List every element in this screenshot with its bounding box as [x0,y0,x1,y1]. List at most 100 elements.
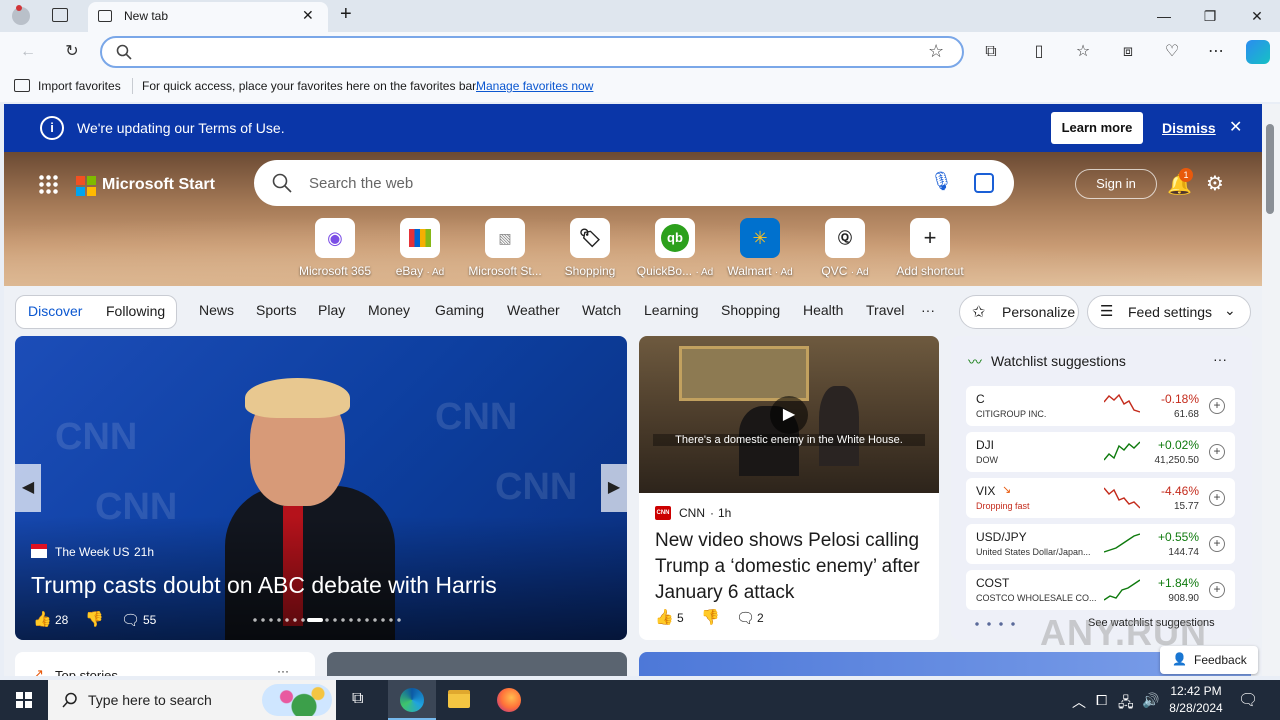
shortcut-microsoft-365[interactable]: ◉ Microsoft 365 [294,218,376,278]
carousel-prev-button[interactable]: ◀ [15,464,41,512]
stock-row[interactable]: VIX ↘ Dropping fast -4.46% 15.77 + [966,478,1235,518]
stock-row[interactable]: DJI DOW +0.02% 41,250.50 + [966,432,1235,472]
tab-actions-icon[interactable] [52,8,68,22]
shortcut-shopping[interactable]: 🏷 Shopping [549,218,631,278]
comment-icon[interactable]: 🗨 [736,609,755,627]
nav-health[interactable]: Health [803,302,843,318]
new-tab-icon[interactable]: + [340,3,352,26]
dismiss-link[interactable]: Dismiss [1162,120,1216,136]
visual-search-icon[interactable] [974,173,994,193]
tab-close-icon[interactable]: ✕ [302,7,314,24]
network-status-icon[interactable]: 🖧 [1118,692,1134,716]
shortcut-qvc[interactable]: Ⓠ QVC · Ad [804,218,886,278]
nav-shopping[interactable]: Shopping [721,302,780,318]
shortcut-walmart[interactable]: ✳ Walmart · Ad [719,218,801,278]
dislike-icon[interactable]: 👎 [701,608,720,626]
page-scrollbar[interactable] [1262,104,1280,676]
window-close-icon[interactable]: ✕ [1247,6,1267,26]
personalize-button[interactable]: ✩ Personalize [959,295,1079,329]
video-news-card[interactable]: ▶ There's a domestic enemy in the White … [639,336,939,640]
card-more-icon[interactable]: ··· [1213,351,1227,367]
broken-image-icon: ▧ [485,218,525,258]
address-bar[interactable]: ☆ [100,36,964,68]
add-to-watchlist-icon[interactable]: + [1209,582,1225,598]
split-screen-icon[interactable]: ▯ [1027,40,1051,64]
shortcut-add[interactable]: + Add shortcut [889,218,971,278]
dislike-icon[interactable]: 👎 [85,610,104,628]
taskbar-search-box[interactable]: Type here to search [48,680,336,720]
file-explorer-icon[interactable] [448,690,470,708]
nav-weather[interactable]: Weather [507,302,560,318]
manage-favorites-link[interactable]: Manage favorites now [476,79,593,93]
notification-center-icon[interactable]: 🗨 [1238,690,1258,710]
source-logo-icon [31,544,47,558]
nav-play[interactable]: Play [318,302,345,318]
play-icon[interactable]: ▶ [770,396,808,434]
sign-in-button[interactable]: Sign in [1075,169,1157,199]
card-more-icon[interactable]: ··· [277,664,289,676]
favorite-star-icon[interactable]: ☆ [928,41,944,62]
nav-money[interactable]: Money [368,302,410,318]
learn-more-button[interactable]: Learn more [1051,112,1143,144]
show-hidden-icons[interactable]: ︿ [1072,692,1086,712]
pagination-dots[interactable] [971,622,1021,626]
news-card-thumbnail[interactable] [327,652,627,676]
edge-taskbar-icon[interactable] [388,680,436,720]
stock-row[interactable]: COST COSTCO WHOLESALE CO... +1.84% 908.9… [966,570,1235,610]
feed-settings-button[interactable]: ☰ Feed settings ⌄ [1087,295,1251,329]
carousel-indicator[interactable] [251,618,401,622]
copilot-icon[interactable] [1246,40,1270,64]
video-headline[interactable]: New video shows Pelosi calling Trump a ‘… [655,528,931,606]
like-icon[interactable]: 👍 [655,608,674,626]
network-icon[interactable]: ⧠ [1096,692,1107,709]
collections-icon[interactable]: ⧈ [1116,40,1140,64]
tab-new-tab[interactable]: New tab ✕ [88,2,328,32]
scrollbar-thumb[interactable] [1266,124,1274,214]
clock-time[interactable]: 12:42 PM [1170,684,1222,698]
volume-icon[interactable]: 🔊 [1142,692,1159,709]
add-to-watchlist-icon[interactable]: + [1209,398,1225,414]
browser-essentials-icon[interactable]: ♡ [1160,40,1184,64]
stock-row[interactable]: C CITIGROUP INC. -0.18% 61.68 + [966,386,1235,426]
minimize-icon[interactable]: — [1154,6,1174,26]
nav-travel[interactable]: Travel [866,302,904,318]
nav-more-icon[interactable]: ··· [921,302,935,318]
favorites-message: For quick access, place your favorites h… [142,79,479,93]
firefox-icon[interactable] [497,688,521,712]
stock-price: 61.68 [1173,409,1199,420]
nav-news[interactable]: News [199,302,234,318]
nav-learning[interactable]: Learning [644,302,699,318]
windows-start-icon[interactable] [16,692,32,708]
back-icon[interactable]: ← [16,40,40,64]
microphone-icon[interactable]: 🎙 [930,171,953,192]
shortcut-microsoft-store[interactable]: ▧ Microsoft St... [464,218,546,278]
nav-watch[interactable]: Watch [582,302,621,318]
stock-row[interactable]: USD/JPY United States Dollar/Japan... +0… [966,524,1235,564]
banner-close-icon[interactable]: ✕ [1229,117,1242,137]
hero-news-card[interactable]: CNN CNN CNN CNN ◀ ▶ The Week US · 21h Tr… [15,336,627,640]
nav-sports[interactable]: Sports [256,302,296,318]
more-menu-icon[interactable]: ⋯ [1204,40,1228,64]
carousel-next-button[interactable]: ▶ [601,464,627,512]
extensions-icon[interactable]: ⧉ [979,40,1003,64]
comment-icon[interactable]: 🗨 [121,611,140,629]
hero-headline[interactable]: Trump casts doubt on ABC debate with Har… [31,572,497,599]
refresh-icon[interactable]: ↻ [60,40,84,64]
tab-following[interactable]: Following [106,303,165,319]
settings-gear-icon[interactable]: ⚙ [1206,171,1224,196]
add-to-watchlist-icon[interactable]: + [1209,444,1225,460]
shortcut-quickbooks[interactable]: qb QuickBo... · Ad [634,218,716,278]
tab-discover[interactable]: Discover [28,303,82,319]
nav-gaming[interactable]: Gaming [435,302,484,318]
restore-icon[interactable]: ❐ [1200,6,1220,26]
add-to-watchlist-icon[interactable]: + [1209,536,1225,552]
shortcut-ebay[interactable]: eBay · Ad [379,218,461,278]
apps-grid-icon[interactable] [38,174,58,194]
task-view-icon[interactable]: ⧉ [352,690,363,708]
add-to-watchlist-icon[interactable]: + [1209,490,1225,506]
web-search-box[interactable]: Search the web 🎙 [254,160,1014,206]
import-favorites-link[interactable]: Import favorites [38,79,121,93]
like-icon[interactable]: 👍 [33,610,52,628]
favorites-icon[interactable]: ☆ [1071,40,1095,64]
clock-date[interactable]: 8/28/2024 [1166,701,1226,715]
